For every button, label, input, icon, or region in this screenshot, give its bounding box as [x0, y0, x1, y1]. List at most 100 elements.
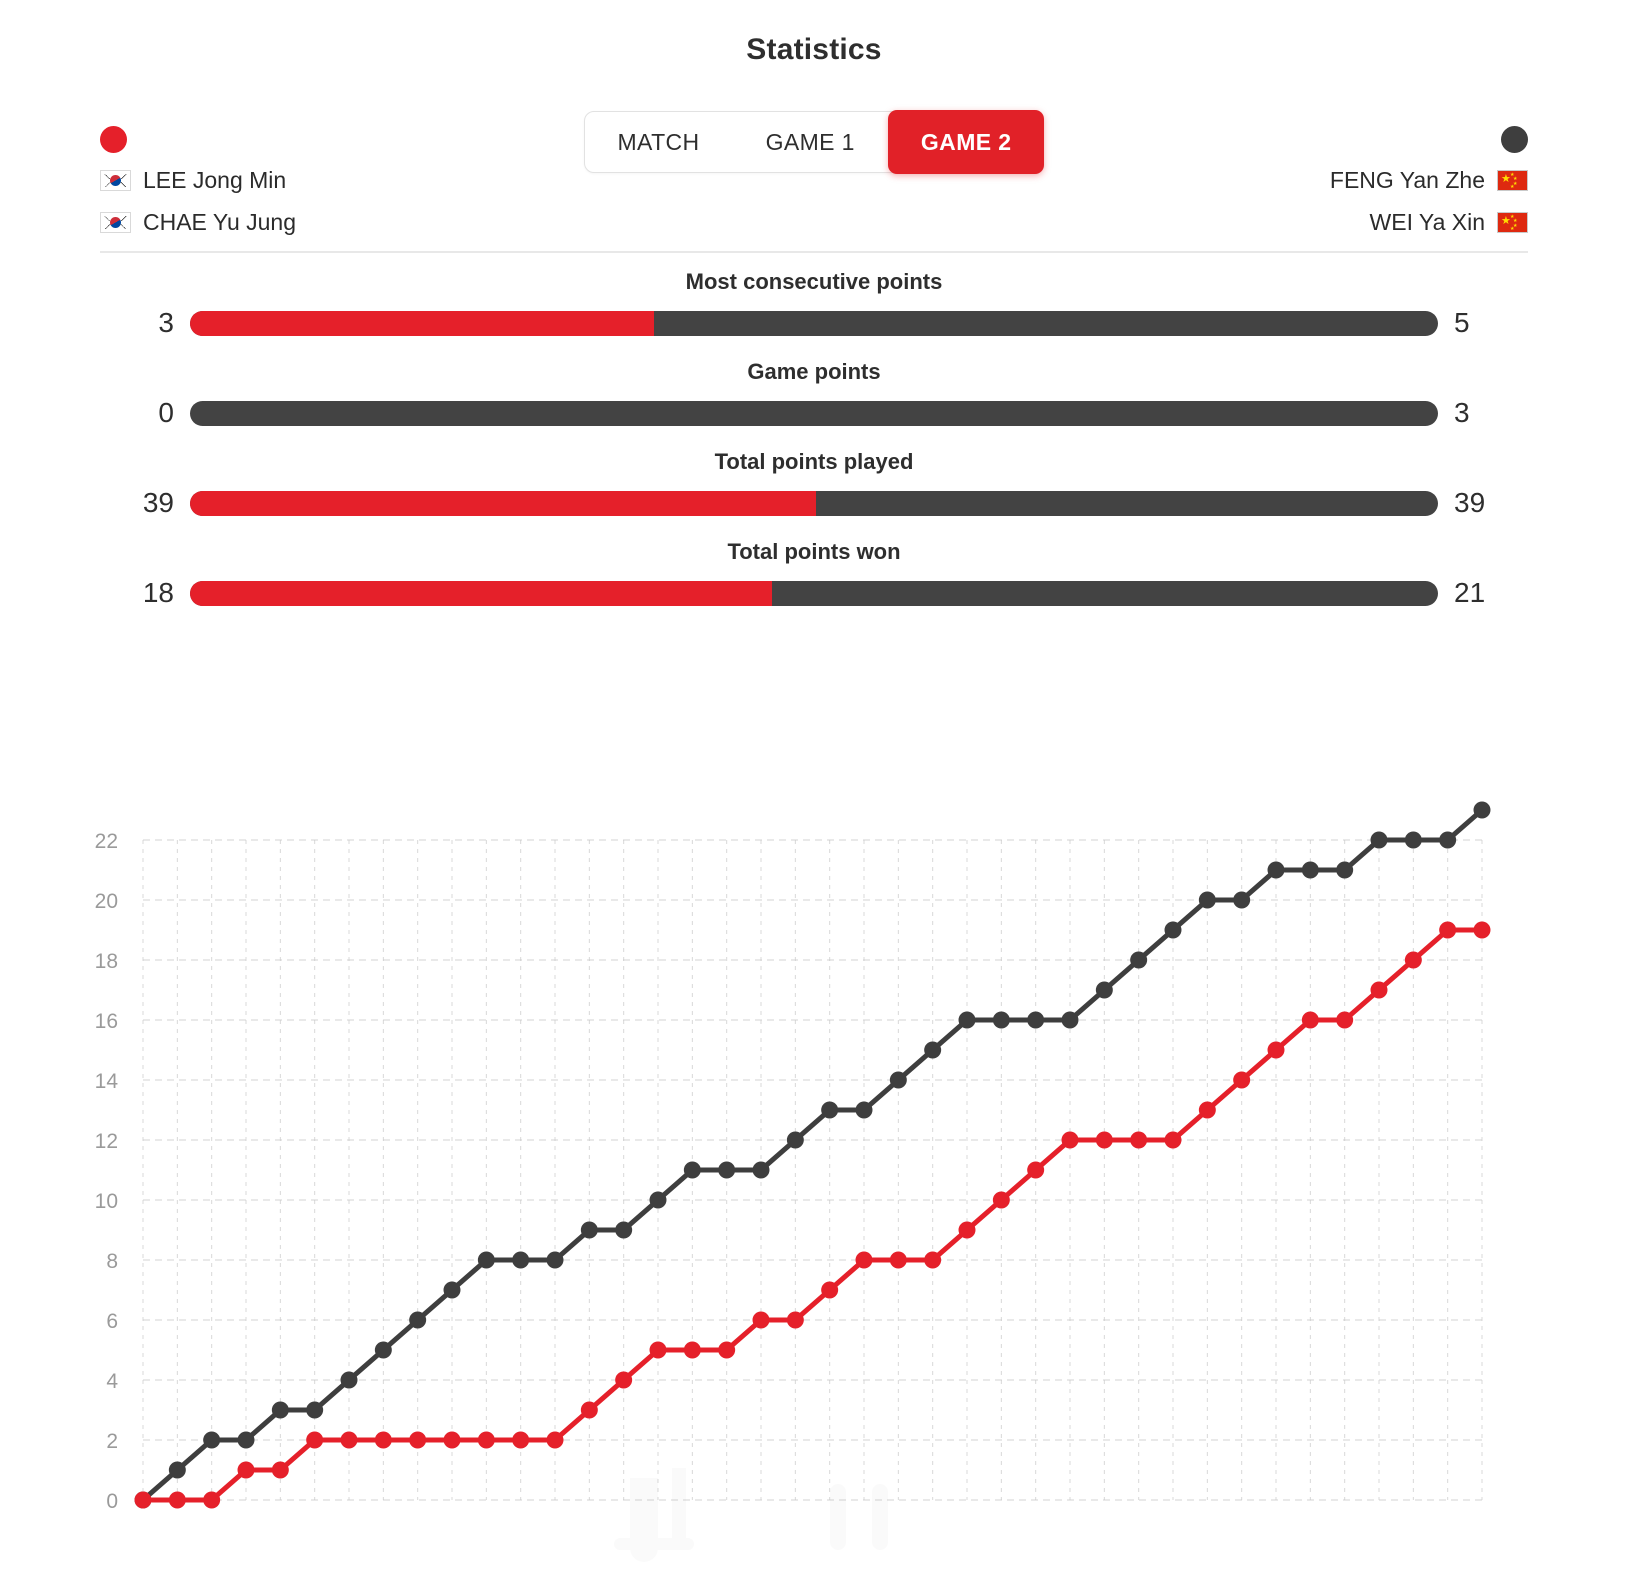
chart-point: [1130, 951, 1148, 969]
chart-point: [924, 1251, 942, 1269]
y-axis-tick-label: 18: [95, 950, 118, 973]
chart-point: [409, 1311, 427, 1329]
chart-point: [992, 1191, 1010, 1209]
chart-point: [821, 1281, 839, 1299]
chart-point: [203, 1431, 221, 1449]
stat-bar: [190, 400, 1438, 426]
chart-point: [1439, 921, 1457, 939]
chart-point: [718, 1341, 736, 1359]
chart-point: [443, 1281, 461, 1299]
stat-right-value: 39: [1454, 487, 1486, 518]
chart-point: [1095, 1131, 1113, 1149]
chart-point: [168, 1491, 186, 1509]
right-player-2-name: WEI Ya Xin: [1369, 208, 1485, 235]
chart-point: [889, 1251, 907, 1269]
y-axis-tick-label: 20: [95, 890, 118, 913]
left-team: LEE Jong Min CHAE Yu Jung: [100, 161, 296, 241]
chart-point: [1061, 1131, 1079, 1149]
chart-point: [409, 1431, 427, 1449]
chart-point: [1198, 1101, 1216, 1119]
chart-point: [855, 1251, 873, 1269]
chart-point: [786, 1131, 804, 1149]
chart-point: [992, 1011, 1010, 1029]
chart-point: [1473, 921, 1491, 939]
stat-bar-fill: [190, 580, 772, 606]
right-player-2: ★ ★ ★ ★ ★ WEI Ya Xin: [1370, 203, 1528, 241]
chart-point: [443, 1431, 461, 1449]
chart-point: [306, 1431, 324, 1449]
page-title: Statistics: [746, 33, 882, 66]
chart-point: [786, 1311, 804, 1329]
right-team: ★ ★ ★ ★ ★ FENG Yan Zhe ★ ★ ★ ★ ★ WEI Ya Xin: [1330, 161, 1528, 241]
stat-bar-fill: [190, 490, 817, 516]
chart-point: [1301, 1011, 1319, 1029]
chart-point: [271, 1461, 289, 1479]
flag-cn-icon: ★ ★ ★ ★ ★: [1497, 211, 1528, 233]
stat-bar: [190, 310, 1438, 336]
chart-point: [889, 1071, 907, 1089]
chart-point: [615, 1371, 633, 1389]
stat-bar: [190, 580, 1438, 606]
chart-point: [1439, 831, 1457, 849]
chart-point: [512, 1251, 530, 1269]
players-header: LEE Jong Min CHAE Yu Jung ★ ★ ★ ★ ★ FENG Yan…: [100, 117, 1528, 253]
stat-right-value: 3: [1454, 397, 1470, 428]
chart-point: [1130, 1131, 1148, 1149]
left-player-2-name: CHAE Yu Jung: [143, 208, 297, 235]
chart-point: [237, 1431, 255, 1449]
chart-point: [1473, 801, 1491, 819]
right-player-1-name: FENG Yan Zhe: [1329, 166, 1485, 193]
chart-svg: 0 2 4 6 8 10 12 14 16 18 20 22: [95, 801, 1491, 1513]
chart-point: [1233, 1071, 1251, 1089]
chart-point: [924, 1041, 942, 1059]
chart-point: [512, 1431, 530, 1449]
chart-series-line-1: [140, 927, 1485, 1503]
chart-point: [683, 1161, 701, 1179]
chart-point: [1336, 861, 1354, 879]
chart-point: [1095, 981, 1113, 999]
y-axis-tick-label: 2: [106, 1430, 118, 1453]
stat-right-value: 5: [1454, 307, 1470, 338]
chart-point: [134, 1491, 152, 1509]
chart-point: [374, 1341, 392, 1359]
chart-series-line-0: [140, 807, 1485, 1503]
chart-point: [580, 1401, 598, 1419]
stat-left-value: 39: [142, 487, 174, 518]
chart-point: [340, 1371, 358, 1389]
chart-point: [1267, 1041, 1285, 1059]
chart-point: [546, 1431, 564, 1449]
chart-point: [1027, 1161, 1045, 1179]
flag-kr-icon: [100, 169, 131, 191]
chart-point: [855, 1101, 873, 1119]
stats-list: Most consecutive points 3 5 Game points …: [100, 269, 1528, 613]
stat-label-total-points-won: Total points won: [727, 539, 901, 564]
team-names-row: LEE Jong Min CHAE Yu Jung ★ ★ ★ ★ ★ FENG Yan…: [100, 161, 1528, 241]
left-player-2: CHAE Yu Jung: [100, 203, 296, 241]
y-axis-tick-label: 14: [95, 1070, 119, 1093]
stat-left-value: 18: [142, 577, 174, 608]
chart-point: [752, 1311, 770, 1329]
chart-point: [718, 1161, 736, 1179]
chart-point: [546, 1251, 564, 1269]
chart-point: [580, 1221, 598, 1239]
flag-cn-icon: ★ ★ ★ ★ ★: [1497, 169, 1528, 191]
y-axis-tick-label: 4: [106, 1370, 118, 1393]
chart-point: [1233, 891, 1251, 909]
chart-point: [271, 1401, 289, 1419]
stat-label-game-points: Game points: [747, 359, 881, 384]
chart-point: [649, 1191, 667, 1209]
chart-point: [237, 1461, 255, 1479]
chart-point: [1370, 981, 1388, 999]
stat-row-game-points: 0 3: [100, 393, 1528, 433]
y-axis-tick-label: 6: [106, 1310, 118, 1333]
chart-point: [1404, 951, 1422, 969]
team-markers-row: [100, 121, 1528, 157]
chart-point: [1164, 921, 1182, 939]
y-axis-tick-label: 12: [95, 1130, 118, 1153]
chart-point: [1404, 831, 1422, 849]
y-axis-tick-label: 8: [106, 1250, 118, 1273]
stat-label-total-points-played: Total points played: [714, 449, 914, 474]
chart-point: [1336, 1011, 1354, 1029]
left-team-dot-icon: [100, 125, 127, 153]
chart-point: [958, 1011, 976, 1029]
